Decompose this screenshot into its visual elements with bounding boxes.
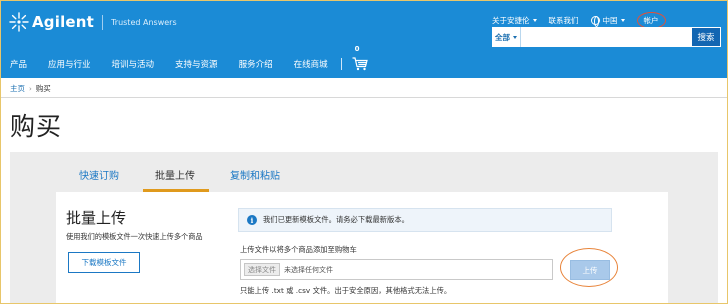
top-header: Agilent Trusted Answers 关于安捷伦 联系我们 中国 帐户… <box>1 1 727 78</box>
bulk-upload-title: 批量上传 <box>66 209 127 227</box>
bulk-upload-content: 批量上传 使用我们的模板文件一次快速上传多个商品 下载模板文件 i 我们已更新模… <box>56 192 668 303</box>
nav-applications[interactable]: 应用与行业 <box>48 58 91 70</box>
choose-file-button[interactable]: 选择文件 <box>244 263 280 276</box>
about-menu[interactable]: 关于安捷伦 <box>492 15 537 26</box>
info-icon: i <box>247 215 257 225</box>
info-message: 我们已更新模板文件。请务必下载最新版本。 <box>263 215 409 224</box>
nav-support[interactable]: 支持与资源 <box>175 58 218 70</box>
globe-icon <box>590 16 600 27</box>
bulk-upload-description: 使用我们的模板文件一次快速上传多个商品 <box>66 232 203 241</box>
cart-count: 0 <box>354 45 360 53</box>
file-input[interactable]: 选择文件 未选择任何文件 <box>240 259 553 280</box>
breadcrumb: 主页 › 购买 <box>10 83 51 94</box>
logo-wordmark: Agilent <box>32 13 95 31</box>
nav-services[interactable]: 服务介绍 <box>239 58 273 70</box>
nav-store[interactable]: 在线商城 <box>294 58 328 70</box>
region-label: 中国 <box>602 16 618 25</box>
nav-training[interactable]: 培训与活动 <box>112 58 155 70</box>
download-template-button[interactable]: 下载模板文件 <box>68 252 140 273</box>
breadcrumb-home[interactable]: 主页 <box>10 83 25 94</box>
search-bar: 全部 搜索 <box>492 27 721 47</box>
chevron-down-icon <box>620 19 625 22</box>
region-selector[interactable]: 中国 <box>590 15 625 27</box>
logo-tagline: Trusted Answers <box>111 17 177 27</box>
page-title: 购买 <box>10 112 63 141</box>
search-scope-label: 全部 <box>495 32 510 42</box>
search-scope-dropdown[interactable]: 全部 <box>492 27 521 47</box>
chevron-right-icon: › <box>29 84 32 93</box>
info-banner: i 我们已更新模板文件。请务必下载最新版本。 <box>238 208 612 232</box>
no-file-text: 未选择任何文件 <box>284 265 333 274</box>
file-format-note: 只能上传 .txt 或 .csv 文件。出于安全原因，其他格式无法上传。 <box>240 286 452 295</box>
about-label: 关于安捷伦 <box>492 16 530 25</box>
contact-link[interactable]: 联系我们 <box>549 15 579 26</box>
nav-divider <box>340 58 342 70</box>
cart-icon <box>352 57 368 71</box>
page-frame: Agilent Trusted Answers 关于安捷伦 联系我们 中国 帐户… <box>0 0 728 304</box>
upload-label: 上传文件以将多个商品添加至购物车 <box>240 245 357 254</box>
tab-quick-order[interactable]: 快速订购 <box>79 167 119 182</box>
tab-bulk-upload[interactable]: 批量上传 <box>155 167 195 182</box>
order-tabs: 快速订购 批量上传 复制和粘贴 <box>10 152 718 192</box>
agilent-logo[interactable]: Agilent Trusted Answers <box>9 12 177 32</box>
chevron-down-icon <box>513 35 517 39</box>
breadcrumb-current: 购买 <box>35 84 51 93</box>
cart-button[interactable]: 0 <box>352 45 368 71</box>
logo-divider <box>102 14 104 30</box>
order-panel: 快速订购 批量上传 复制和粘贴 批量上传 使用我们的模板文件一次快速上传多个商品… <box>10 152 718 303</box>
search-input[interactable] <box>521 27 691 47</box>
tab-copy-paste[interactable]: 复制和粘贴 <box>230 167 280 182</box>
search-button[interactable]: 搜索 <box>691 27 721 47</box>
main-nav: 产品 应用与行业 培训与活动 支持与资源 服务介绍 在线商城 0 <box>10 45 368 71</box>
upload-highlight-ring <box>560 248 618 287</box>
nav-products[interactable]: 产品 <box>10 58 27 70</box>
chevron-down-icon <box>532 19 537 22</box>
breadcrumb-divider <box>1 97 727 98</box>
agilent-spark-icon <box>9 12 29 32</box>
